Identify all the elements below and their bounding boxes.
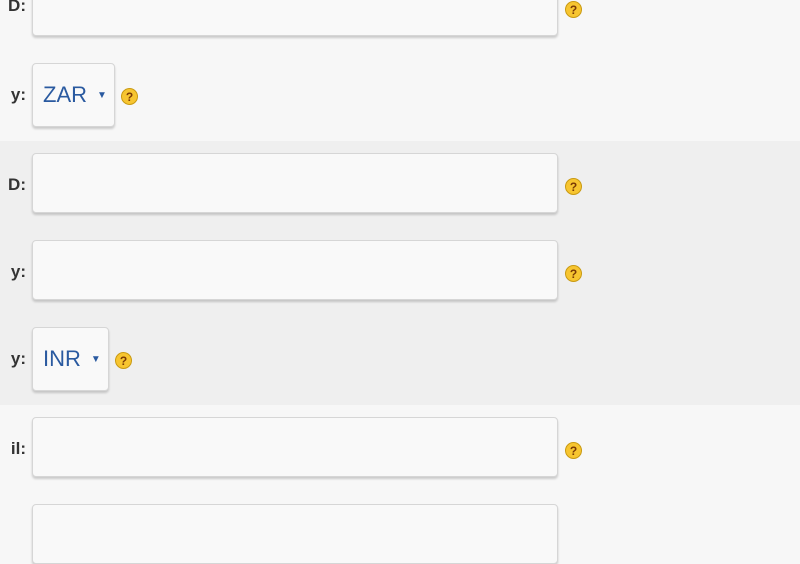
currency-select[interactable]: INR ▼ xyxy=(32,327,109,391)
field-label: y: xyxy=(10,85,26,104)
field-label: y: xyxy=(10,262,26,281)
currency-select-value: INR xyxy=(43,346,81,371)
chevron-down-icon: ▼ xyxy=(90,353,101,365)
chevron-down-icon: ▼ xyxy=(97,89,107,101)
help-icon[interactable]: ? xyxy=(565,265,582,282)
text-input[interactable] xyxy=(32,0,558,36)
field-label: y: xyxy=(10,349,26,368)
currency-select-value: ZAR xyxy=(43,82,87,107)
help-icon[interactable]: ? xyxy=(565,442,582,459)
currency-select[interactable]: ZAR ▼ xyxy=(32,63,115,127)
text-input[interactable] xyxy=(32,240,558,300)
email-field[interactable] xyxy=(32,417,558,477)
help-icon[interactable]: ? xyxy=(565,1,582,18)
help-icon[interactable]: ? xyxy=(565,178,582,195)
field-label: D: xyxy=(8,175,26,194)
help-icon[interactable]: ? xyxy=(115,352,132,369)
help-icon[interactable]: ? xyxy=(121,88,138,105)
field-label: D: xyxy=(8,0,26,15)
text-input[interactable] xyxy=(32,153,558,213)
text-input[interactable] xyxy=(32,504,558,564)
field-label: il: xyxy=(10,439,26,458)
